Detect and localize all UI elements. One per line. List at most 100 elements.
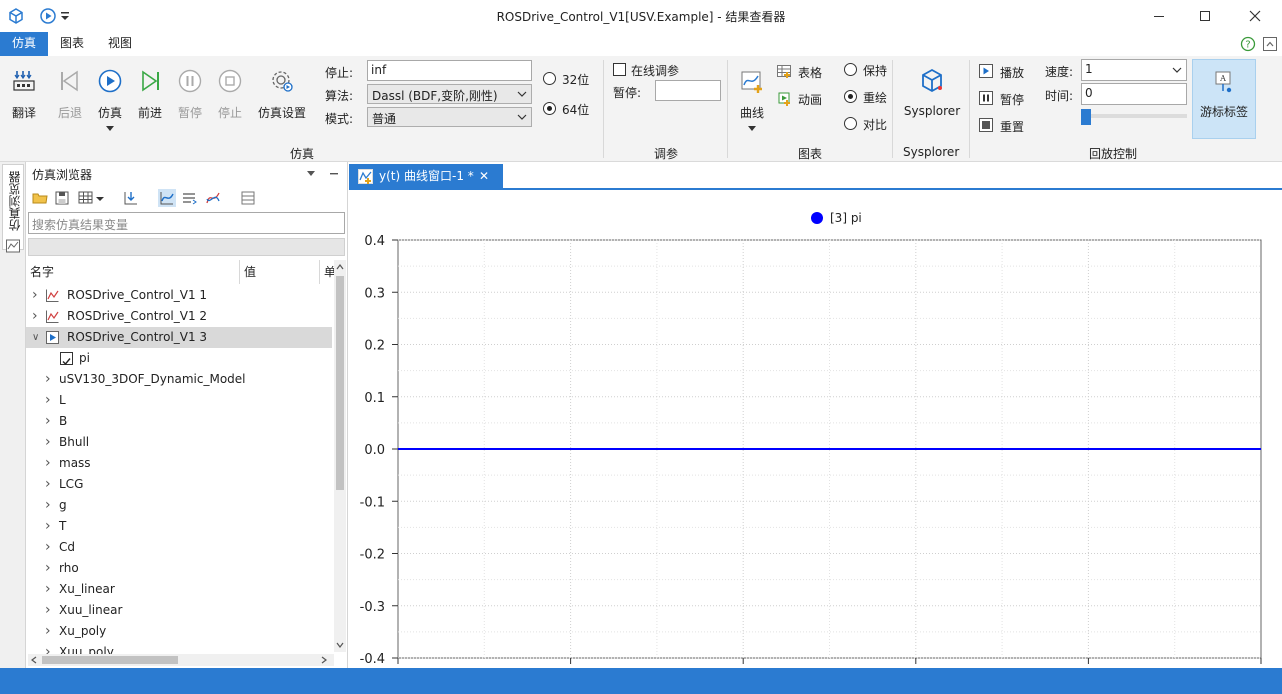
tree-row[interactable]: › LCG	[26, 474, 332, 495]
tune-pause-input[interactable]	[655, 80, 721, 101]
forward-button[interactable]: 前进	[132, 68, 168, 121]
tree-row[interactable]: › mass	[26, 453, 332, 474]
list-curves-icon[interactable]	[180, 189, 198, 207]
line-chart[interactable]: 0.00.20.40.60.81.00.40.30.20.10.0-0.1-0.…	[349, 190, 1282, 668]
animation-button[interactable]: 动画	[776, 90, 830, 108]
tree-row[interactable]: › g	[26, 495, 332, 516]
load-results-icon[interactable]	[122, 189, 140, 207]
chevron-right-icon[interactable]: ›	[45, 495, 51, 516]
y-tick-label: 0.4	[364, 234, 385, 249]
bit32-radio[interactable]	[543, 72, 556, 85]
scroll-down-icon[interactable]	[336, 641, 344, 649]
simulate-button[interactable]: 仿真	[92, 68, 128, 132]
redraw-radio[interactable]	[844, 90, 857, 103]
variable-checkbox[interactable]	[60, 352, 73, 366]
bit64-radio[interactable]	[543, 102, 556, 115]
column-settings-icon[interactable]	[239, 189, 257, 207]
chevron-right-icon[interactable]: ›	[45, 474, 51, 495]
tab-chart[interactable]: 图表	[48, 32, 96, 56]
column-name-header[interactable]: 名字	[26, 260, 240, 284]
tree-row[interactable]: › rho	[26, 558, 332, 579]
help-icon[interactable]: ?	[1240, 36, 1256, 52]
chevron-right-icon[interactable]: ›	[45, 621, 51, 642]
tree-row[interactable]: pi	[26, 348, 332, 369]
chart-tab-close-icon[interactable]: ✕	[479, 164, 489, 188]
search-input[interactable]: 搜索仿真结果变量	[28, 212, 345, 234]
panel-menu-icon[interactable]	[306, 169, 316, 177]
save-icon[interactable]	[53, 189, 71, 207]
close-button[interactable]	[1232, 0, 1278, 32]
column-value-header[interactable]: 值	[240, 260, 320, 284]
chevron-right-icon[interactable]: ›	[32, 306, 38, 327]
export-dropdown-icon[interactable]	[95, 189, 105, 207]
maximize-button[interactable]	[1182, 0, 1228, 32]
chevron-right-icon[interactable]: ›	[45, 516, 51, 537]
stop-time-input[interactable]: inf	[367, 60, 532, 81]
translate-button[interactable]: 翻译	[6, 68, 42, 121]
speed-select[interactable]: 1	[1081, 59, 1187, 81]
column-unit-header[interactable]: 单	[320, 260, 336, 284]
open-folder-icon[interactable]	[31, 189, 49, 207]
multi-curve-icon[interactable]	[204, 189, 222, 207]
tree-row[interactable]: › ROSDrive_Control_V1 1	[26, 285, 332, 306]
chevron-right-icon[interactable]: ›	[45, 390, 51, 411]
tree-row[interactable]: › Xuu_linear	[26, 600, 332, 621]
tab-simulation[interactable]: 仿真	[0, 32, 49, 56]
plot-curve-icon[interactable]	[158, 189, 176, 207]
chevron-right-icon[interactable]: ›	[32, 285, 38, 306]
chevron-right-icon[interactable]: ›	[45, 453, 51, 474]
table-button[interactable]: 表格	[776, 63, 830, 81]
tree-row[interactable]: › T	[26, 516, 332, 537]
scroll-up-icon[interactable]	[336, 263, 344, 271]
horizontal-scrollbar[interactable]	[28, 654, 334, 666]
sim-settings-button[interactable]: 仿真设置	[252, 68, 312, 121]
panel-minimize-icon[interactable]	[329, 169, 339, 177]
mode-select[interactable]: 普通	[367, 107, 532, 127]
chevron-right-icon[interactable]: ›	[45, 600, 51, 621]
chevron-right-icon[interactable]: ›	[45, 579, 51, 600]
tree-row[interactable]: › Cd	[26, 537, 332, 558]
group-playback-label: 回放控制	[1089, 147, 1138, 161]
online-tune-checkbox[interactable]	[613, 63, 626, 76]
sysplorer-button[interactable]: Sysplorer	[900, 68, 964, 118]
playback-pause-button[interactable]: 暂停	[978, 90, 1030, 108]
scroll-right-icon[interactable]	[320, 656, 328, 664]
scroll-left-icon[interactable]	[30, 656, 38, 664]
tree-row[interactable]: › L	[26, 390, 332, 411]
vertical-scrollbar-thumb[interactable]	[336, 276, 344, 490]
compare-radio[interactable]	[844, 117, 857, 130]
tree-row[interactable]: › Xu_linear	[26, 579, 332, 600]
chevron-right-icon[interactable]: ›	[45, 369, 51, 390]
back-button[interactable]: 后退	[52, 68, 88, 121]
time-slider[interactable]	[1081, 109, 1187, 125]
chevron-right-icon[interactable]: ›	[45, 432, 51, 453]
cursor-label-button[interactable]: A 游标标签	[1192, 59, 1256, 139]
tree-row[interactable]: › ROSDrive_Control_V1 2	[26, 306, 332, 327]
chevron-right-icon[interactable]: ›	[45, 411, 51, 432]
chart-tab[interactable]: y(t) 曲线窗口-1 * ✕	[349, 164, 503, 188]
tree-row[interactable]: ∨ ROSDrive_Control_V1 3	[26, 327, 332, 348]
tree-row[interactable]: › Bhull	[26, 432, 332, 453]
tree-row[interactable]: › uSV130_3DOF_Dynamic_Model	[26, 369, 332, 390]
tree-row[interactable]: › Xu_poly	[26, 621, 332, 642]
collapse-ribbon-icon[interactable]	[1262, 36, 1278, 52]
pause-button[interactable]: 暂停	[172, 68, 208, 121]
chevron-right-icon[interactable]: ›	[45, 537, 51, 558]
tab-view[interactable]: 视图	[96, 32, 144, 56]
tree-row[interactable]: › B	[26, 411, 332, 432]
horizontal-scrollbar-thumb[interactable]	[42, 656, 178, 664]
chevron-right-icon[interactable]: ›	[45, 558, 51, 579]
curve-button[interactable]: 曲线	[734, 68, 770, 132]
algorithm-select[interactable]: Dassl (BDF,变阶,刚性)	[367, 84, 532, 104]
time-slider-handle[interactable]	[1081, 109, 1091, 125]
chevron-down-icon[interactable]: ∨	[32, 327, 39, 348]
reset-button[interactable]: 重置	[978, 117, 1030, 135]
export-table-icon[interactable]	[77, 189, 95, 207]
vertical-scrollbar[interactable]	[334, 260, 346, 652]
play-button[interactable]: 播放	[978, 63, 1030, 81]
keep-radio[interactable]	[844, 63, 857, 76]
time-input[interactable]: 0	[1081, 83, 1187, 105]
minimize-button[interactable]	[1136, 0, 1182, 32]
chart-icon[interactable]	[5, 238, 21, 254]
stop-button[interactable]: 停止	[212, 68, 248, 121]
